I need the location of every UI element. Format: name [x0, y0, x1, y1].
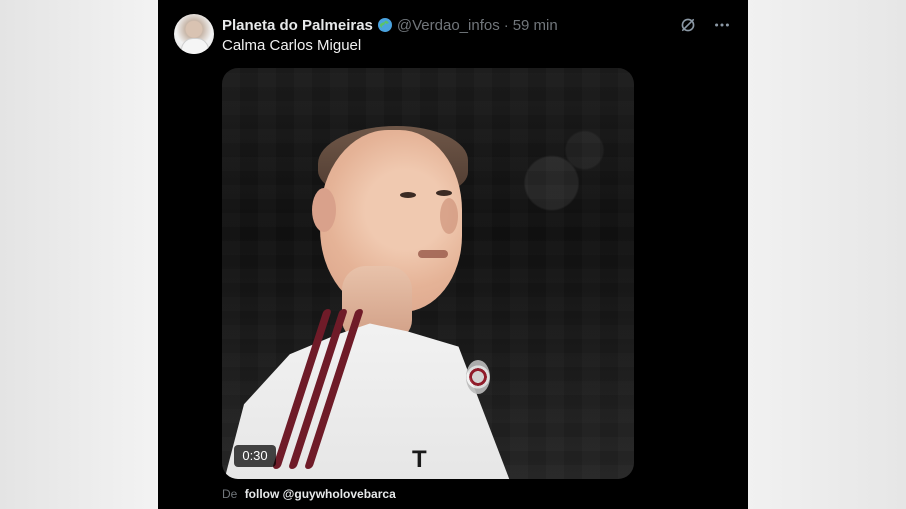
club-crest-icon	[466, 360, 490, 394]
avatar-body	[181, 38, 209, 54]
tweet-text: Calma Carlos Miguel	[222, 37, 362, 54]
right-eye	[436, 190, 452, 196]
left-eye	[400, 192, 416, 198]
tweet-panel: Planeta do Palmeiras @Verdao_infos · 59 …	[158, 0, 748, 509]
globe-icon	[377, 17, 393, 33]
header-actions	[678, 15, 732, 35]
video-player[interactable]: T 0:30	[222, 68, 634, 479]
player-ear	[312, 188, 336, 232]
video-duration-badge: 0:30	[234, 445, 276, 467]
dot-separator: ·	[503, 16, 509, 34]
player-mouth	[418, 250, 448, 258]
player-nose	[440, 198, 458, 234]
avatar[interactable]	[174, 14, 214, 54]
left-background	[0, 0, 160, 509]
author-handle[interactable]: @Verdao_infos	[397, 17, 500, 34]
right-background	[748, 0, 906, 509]
grok-icon[interactable]	[678, 15, 698, 35]
sponsor-logo: T	[412, 446, 427, 473]
more-icon[interactable]	[712, 15, 732, 35]
source-prefix: De	[222, 487, 238, 501]
source-link[interactable]: follow @guywholovebarca	[245, 487, 396, 501]
author-name[interactable]: Planeta do Palmeiras	[222, 17, 373, 34]
source-line: De follow @guywholovebarca	[222, 487, 396, 501]
timestamp[interactable]: 59 min	[513, 17, 558, 34]
tweet-header: Planeta do Palmeiras @Verdao_infos · 59 …	[222, 15, 732, 35]
